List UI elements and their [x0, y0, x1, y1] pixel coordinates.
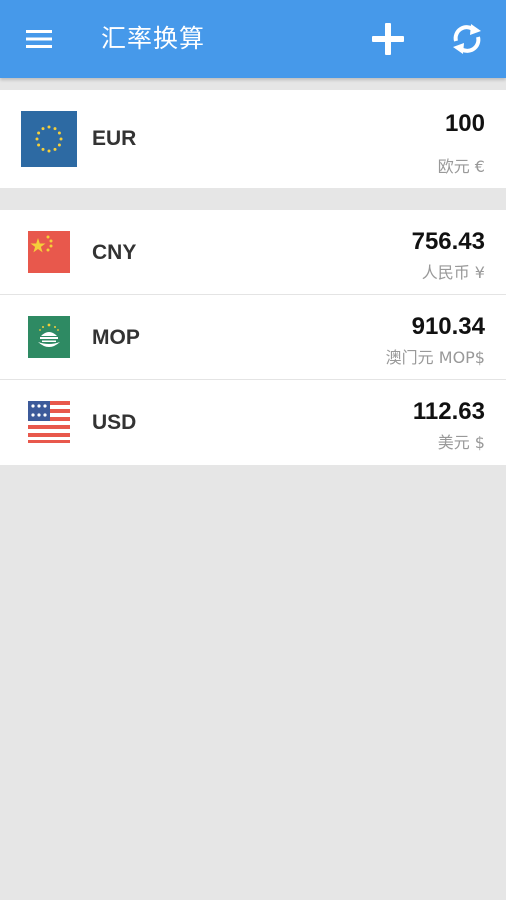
refresh-icon [453, 24, 481, 54]
page-title: 汇率换算 [101, 24, 206, 53]
currency-code: CNY [92, 241, 137, 264]
currency-name: 人民币 ¥ [421, 263, 485, 282]
currency-code: USD [92, 411, 137, 434]
app-bar: 汇率换算 [0, 0, 506, 78]
currency-amount: 910.34 [411, 313, 485, 340]
list-item[interactable]: CNY 756.43 人民币 ¥ [0, 210, 506, 295]
currency-amount: 112.63 [412, 398, 485, 425]
base-currency-card[interactable]: EUR 100 欧元 € [0, 90, 506, 188]
hamburger-menu-icon [26, 30, 52, 48]
currency-name: 澳门元 MOP$ [385, 348, 485, 367]
usa-flag-icon [28, 401, 70, 443]
currency-name: 美元 $ [437, 433, 485, 452]
base-currency-name: 欧元 € [437, 157, 485, 176]
list-item[interactable]: MOP 910.34 澳门元 MOP$ [0, 295, 506, 380]
refresh-button[interactable] [444, 17, 490, 61]
currency-amount: 756.43 [411, 228, 485, 255]
base-currency-code: EUR [92, 127, 137, 150]
list-item[interactable]: USD 112.63 美元 $ [0, 380, 506, 465]
plus-icon [372, 23, 404, 55]
eu-flag-icon [21, 111, 77, 167]
base-amount-input[interactable]: 100 [445, 110, 485, 138]
china-flag-icon [28, 231, 70, 273]
add-currency-button[interactable] [364, 17, 412, 61]
currency-list: CNY 756.43 人民币 ¥ MOP 910.34 澳门元 MOP$ USD… [0, 210, 506, 465]
currency-code: MOP [92, 326, 140, 349]
macau-flag-icon [28, 316, 70, 358]
menu-button[interactable] [16, 19, 62, 59]
